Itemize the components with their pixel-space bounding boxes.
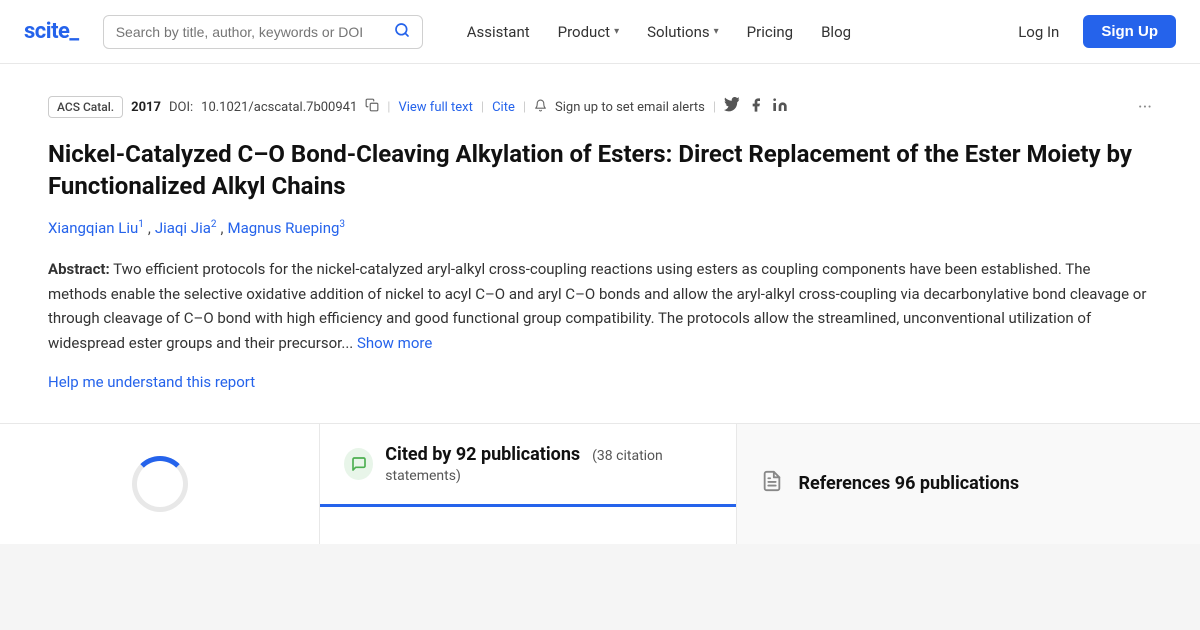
search-input[interactable] (116, 24, 386, 40)
cited-by-panel: Cited by 92 publications (38 citation st… (320, 424, 737, 544)
linkedin-icon[interactable] (772, 97, 788, 117)
nav-pricing[interactable]: Pricing (735, 17, 805, 47)
login-button[interactable]: Log In (1006, 17, 1071, 47)
chart-panel (0, 424, 320, 544)
bell-icon (534, 99, 547, 116)
author-2-link[interactable]: Jiaqi Jia2 (155, 219, 217, 237)
cited-by-info: Cited by 92 publications (38 citation st… (385, 444, 711, 484)
references-panel[interactable]: References 96 publications (737, 424, 1200, 544)
bottom-panels: Cited by 92 publications (38 citation st… (0, 424, 1200, 544)
article-doi: 10.1021/acscatal.7b00941 (201, 100, 357, 115)
loading-spinner (132, 456, 188, 512)
abstract-text: Two efficient protocols for the nickel-c… (48, 260, 1146, 352)
author-1-link[interactable]: Xiangqian Liu1 (48, 219, 144, 237)
logo[interactable]: scite_ (24, 19, 79, 44)
author-sep-1: , (148, 219, 151, 237)
more-options-icon[interactable]: ··· (1138, 97, 1152, 118)
nav-solutions[interactable]: Solutions ▾ (635, 17, 731, 47)
cited-by-label: Cited by 92 publications (385, 444, 580, 465)
document-icon (761, 470, 783, 498)
nav-product[interactable]: Product ▾ (546, 17, 631, 47)
article-meta: ACS Catal. 2017 DOI: 10.1021/acscatal.7b… (48, 96, 1152, 118)
cited-by-tab[interactable]: Cited by 92 publications (38 citation st… (320, 424, 736, 507)
meta-sep-3: | (523, 100, 526, 115)
article-doi-label: DOI: (169, 100, 193, 115)
logo-underscore: _ (69, 19, 78, 44)
article-title: Nickel-Catalyzed C–O Bond-Cleaving Alkyl… (48, 138, 1152, 203)
author-sep-2: , (221, 219, 224, 237)
nav-right: Log In Sign Up (1006, 15, 1176, 48)
social-icons (724, 97, 788, 117)
search-box[interactable] (103, 15, 423, 49)
meta-sep-1: | (387, 100, 390, 115)
journal-badge: ACS Catal. (48, 96, 123, 118)
article-year: 2017 (131, 100, 161, 115)
abstract-label: Abstract: (48, 260, 110, 278)
author-3-link[interactable]: Magnus Rueping3 (227, 219, 345, 237)
chat-bubble-icon (344, 448, 373, 480)
show-more-link[interactable]: Show more (357, 334, 432, 352)
authors: Xiangqian Liu1 , Jiaqi Jia2 , Magnus Rue… (48, 219, 1152, 237)
meta-sep-2: | (481, 100, 484, 115)
facebook-icon[interactable] (748, 97, 764, 117)
nav-blog[interactable]: Blog (809, 17, 863, 47)
navbar: scite_ Assistant Product ▾ Solutions ▾ P… (0, 0, 1200, 64)
solutions-chevron-icon: ▾ (714, 26, 719, 37)
signup-button[interactable]: Sign Up (1083, 15, 1176, 48)
article-content: ACS Catal. 2017 DOI: 10.1021/acscatal.7b… (0, 64, 1200, 424)
twitter-icon[interactable] (724, 97, 740, 117)
references-label: References 96 publications (799, 473, 1020, 494)
nav-assistant[interactable]: Assistant (455, 17, 542, 47)
nav-links: Assistant Product ▾ Solutions ▾ Pricing … (455, 17, 982, 47)
help-understand-link[interactable]: Help me understand this report (48, 373, 255, 391)
alert-text: Sign up to set email alerts (555, 100, 705, 115)
cite-link[interactable]: Cite (492, 100, 515, 115)
abstract: Abstract: Two efficient protocols for th… (48, 257, 1152, 356)
view-full-text-link[interactable]: View full text (398, 100, 472, 115)
logo-text: scite (24, 19, 69, 44)
search-icon (394, 22, 410, 42)
meta-sep-4: | (713, 100, 716, 115)
product-chevron-icon: ▾ (614, 26, 619, 37)
copy-icon[interactable] (365, 98, 379, 116)
